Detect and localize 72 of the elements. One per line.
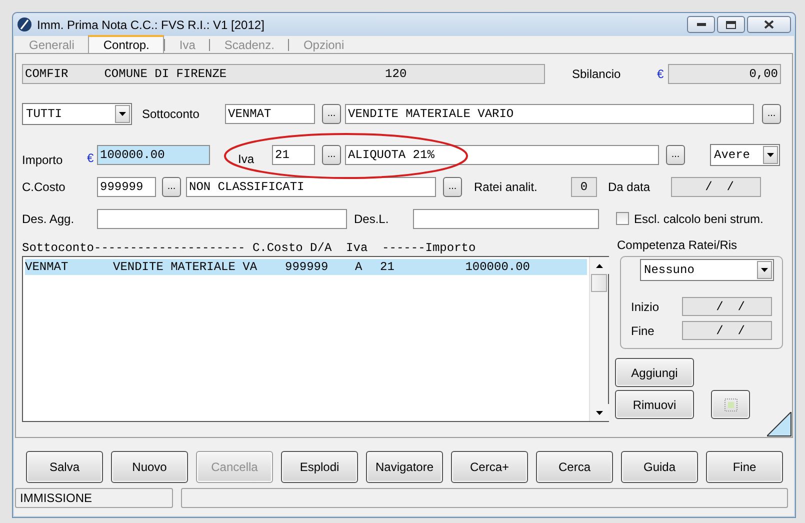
action-button[interactable]: Salva <box>26 451 103 483</box>
action-button[interactable]: Cerca <box>536 451 613 483</box>
debit-credit-dropdown[interactable]: Avere <box>710 144 780 166</box>
vat-description-field[interactable]: ALIQUOTA 21% <box>345 144 659 164</box>
description-field[interactable] <box>97 208 347 228</box>
window-title: Imm. Prima Nota C.C.: FVS R.I.: V1 [2012] <box>37 16 264 34</box>
close-icon[interactable] <box>764 20 774 29</box>
start-date-field: / / <box>682 297 772 316</box>
scroll-up-icon[interactable] <box>596 264 603 268</box>
add-button[interactable]: Aggiungi <box>615 358 694 387</box>
field-label: Fine <box>631 322 656 340</box>
cost-center-code-field[interactable]: 999999 <box>97 176 156 196</box>
action-button[interactable]: Esplodi <box>281 451 358 483</box>
account-field: COMFIR COMUNE DI FIRENZE 120 <box>22 64 545 84</box>
field-label: Des.L. <box>354 210 390 228</box>
minimize-icon[interactable] <box>696 23 706 26</box>
account-code-field[interactable]: VENMAT <box>225 104 315 124</box>
action-button[interactable]: Nuovo <box>111 451 188 483</box>
field-label: C.Costo <box>22 178 66 196</box>
field-label: Des. Agg. <box>22 210 76 228</box>
period-dropdown[interactable]: Nessuno <box>640 259 774 281</box>
checkbox[interactable] <box>616 212 629 225</box>
dropdown-arrow-icon[interactable] <box>767 152 774 156</box>
filter-dropdown[interactable]: TUTTI <box>22 102 132 124</box>
field-label: Sottoconto <box>142 106 200 122</box>
currency-symbol: € <box>657 66 665 82</box>
maximize-icon[interactable] <box>726 20 736 28</box>
scroll-thumb[interactable] <box>591 274 607 292</box>
app-icon <box>17 17 32 32</box>
lookup-button[interactable]: ... <box>322 144 341 164</box>
dropdown-arrow-icon[interactable] <box>761 268 768 272</box>
action-button[interactable]: Fine <box>706 451 783 483</box>
dotted-square-icon[interactable] <box>724 398 738 412</box>
checkbox-label: Escl. calcolo beni strum. <box>634 210 764 228</box>
remove-button[interactable]: Rimuovi <box>615 390 694 419</box>
action-button[interactable]: Cerca+ <box>451 451 528 483</box>
field-label: Da data <box>608 178 652 196</box>
status-text: IMMISSIONE <box>15 488 173 508</box>
scroll-down-icon[interactable] <box>596 410 603 414</box>
vat-code-field[interactable]: 21 <box>272 144 315 164</box>
action-button[interactable]: Guida <box>621 451 698 483</box>
icon-button[interactable] <box>711 390 750 419</box>
tab[interactable]: Controp. <box>88 35 164 53</box>
action-button[interactable]: Navigatore <box>366 451 443 483</box>
balance-field: 0,00 <box>668 64 781 84</box>
cost-center-description-field[interactable]: NON CLASSIFICATI <box>186 176 436 196</box>
end-date-field: / / <box>682 321 772 340</box>
minimize-button[interactable] <box>687 16 715 33</box>
group-label: Competenza Ratei/Ris <box>617 237 738 254</box>
resize-corner-icon[interactable] <box>767 412 792 437</box>
field-label: Iva <box>238 150 256 168</box>
currency-symbol: € <box>87 150 95 166</box>
field-label: Inizio <box>631 298 660 316</box>
accruals-count-field: 0 <box>571 176 597 196</box>
close-button[interactable] <box>747 16 791 33</box>
lookup-button[interactable]: ... <box>666 144 685 164</box>
lookup-button[interactable]: ... <box>443 176 462 196</box>
lookup-button[interactable]: ... <box>322 104 341 124</box>
maximize-button[interactable] <box>717 16 745 33</box>
start-date-field: / / <box>671 176 761 196</box>
lookup-button[interactable]: ... <box>762 104 781 124</box>
field-label: Ratei analit. <box>474 178 538 196</box>
scrollbar[interactable] <box>589 257 608 421</box>
dropdown-arrow-icon[interactable] <box>119 112 126 116</box>
list-header: Sottoconto--------------------- C.Costo D/A Iva ------Importo <box>22 240 477 256</box>
account-description-field[interactable]: VENDITE MATERIALE VARIO <box>345 104 754 124</box>
lookup-button[interactable]: ... <box>162 176 181 196</box>
list-row[interactable]: VENMAT VENDITE MATERIALE VA 999999 A 21 100000.00 <box>25 259 587 275</box>
sbilancio-label: Sbilancio <box>572 66 622 82</box>
description-field[interactable] <box>413 208 599 228</box>
amount-field[interactable]: 100000.00 <box>97 144 210 164</box>
field-label: Importo <box>22 152 64 168</box>
